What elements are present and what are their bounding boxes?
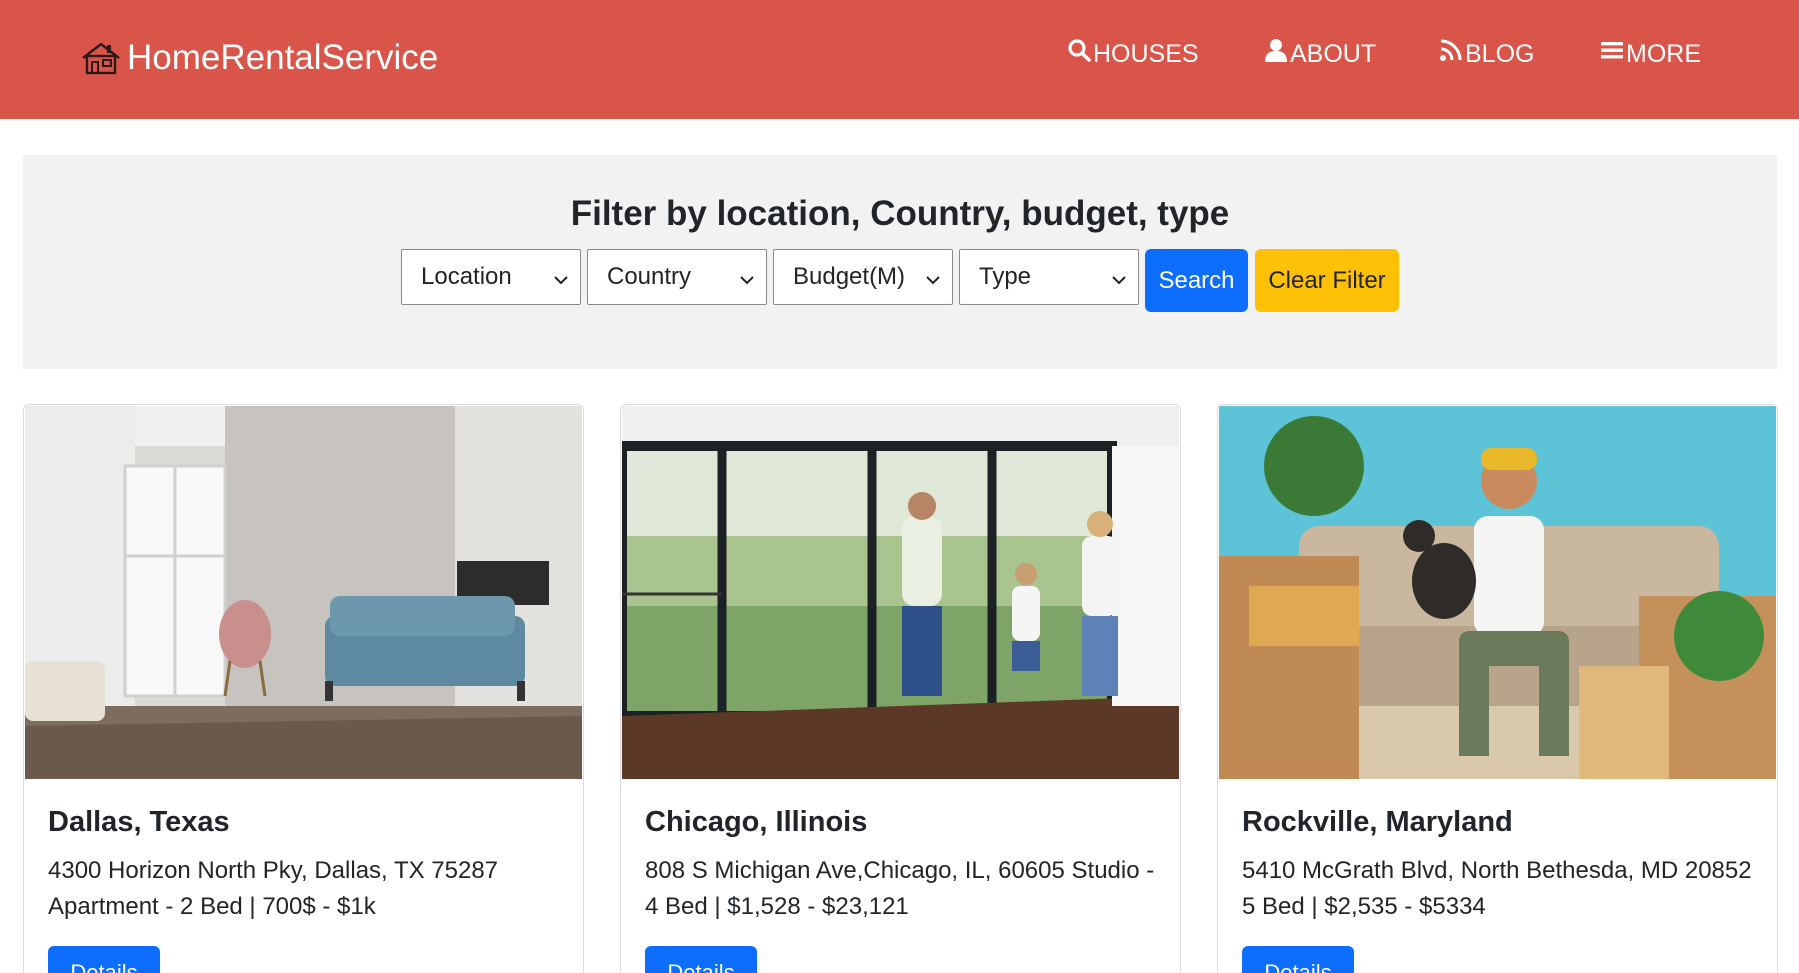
clear-filter-button[interactable]: Clear Filter	[1255, 249, 1399, 312]
listing-card: Rockville, Maryland 5410 McGrath Blvd, N…	[1217, 404, 1778, 973]
main-nav: HOUSES ABOUT BLOG MORE	[0, 38, 1799, 70]
nav-about[interactable]: ABOUT	[1264, 38, 1376, 70]
listing-photo	[25, 406, 582, 779]
details-button[interactable]: Details	[645, 946, 757, 973]
details-button[interactable]: Details	[48, 946, 160, 973]
rss-icon	[1439, 38, 1465, 70]
menu-icon	[1600, 38, 1626, 70]
chevron-down-icon	[738, 268, 756, 286]
nav-houses[interactable]: HOUSES	[1067, 38, 1199, 70]
chevron-down-icon	[552, 268, 570, 286]
location-select-value: Location	[421, 263, 512, 290]
listing-photo	[1219, 406, 1776, 779]
type-select[interactable]: Type	[959, 249, 1139, 305]
nav-houses-label: HOUSES	[1093, 40, 1199, 68]
top-navbar: HomeRentalService HOUSES ABOUT BLOG MORE	[0, 0, 1799, 119]
details-button[interactable]: Details	[1242, 946, 1354, 973]
listing-title: Dallas, Texas	[48, 806, 230, 838]
location-select[interactable]: Location	[401, 249, 581, 305]
listing-photo	[622, 406, 1179, 779]
country-select[interactable]: Country	[587, 249, 767, 305]
filter-panel: Filter by location, Country, budget, typ…	[23, 155, 1777, 369]
search-button[interactable]: Search	[1145, 249, 1248, 312]
listing-description: 4300 Horizon North Pky, Dallas, TX 75287…	[48, 857, 499, 920]
filter-title: Filter by location, Country, budget, typ…	[570, 194, 1230, 233]
chevron-down-icon	[924, 268, 942, 286]
user-icon	[1264, 38, 1290, 70]
country-select-value: Country	[607, 263, 692, 290]
nav-about-label: ABOUT	[1290, 40, 1377, 68]
search-icon	[1067, 38, 1093, 70]
nav-more-label: MORE	[1626, 40, 1701, 68]
listing-description: 5410 McGrath Blvd, North Bethesda, MD 20…	[1242, 857, 1752, 920]
budget-select[interactable]: Budget(M)	[773, 249, 953, 305]
listing-card: Chicago, Illinois 808 S Michigan Ave,Chi…	[620, 404, 1181, 973]
listing-description: 808 S Michigan Ave,Chicago, IL, 60605 St…	[645, 857, 1155, 920]
listing-card: Dallas, Texas 4300 Horizon North Pky, Da…	[23, 404, 584, 973]
listing-title: Rockville, Maryland	[1242, 806, 1513, 838]
nav-blog[interactable]: BLOG	[1439, 38, 1534, 70]
nav-more[interactable]: MORE	[1600, 38, 1701, 70]
chevron-down-icon	[1110, 268, 1128, 286]
nav-blog-label: BLOG	[1465, 40, 1535, 68]
listing-title: Chicago, Illinois	[645, 806, 868, 838]
budget-select-value: Budget(M)	[793, 263, 906, 290]
type-select-value: Type	[979, 263, 1032, 290]
